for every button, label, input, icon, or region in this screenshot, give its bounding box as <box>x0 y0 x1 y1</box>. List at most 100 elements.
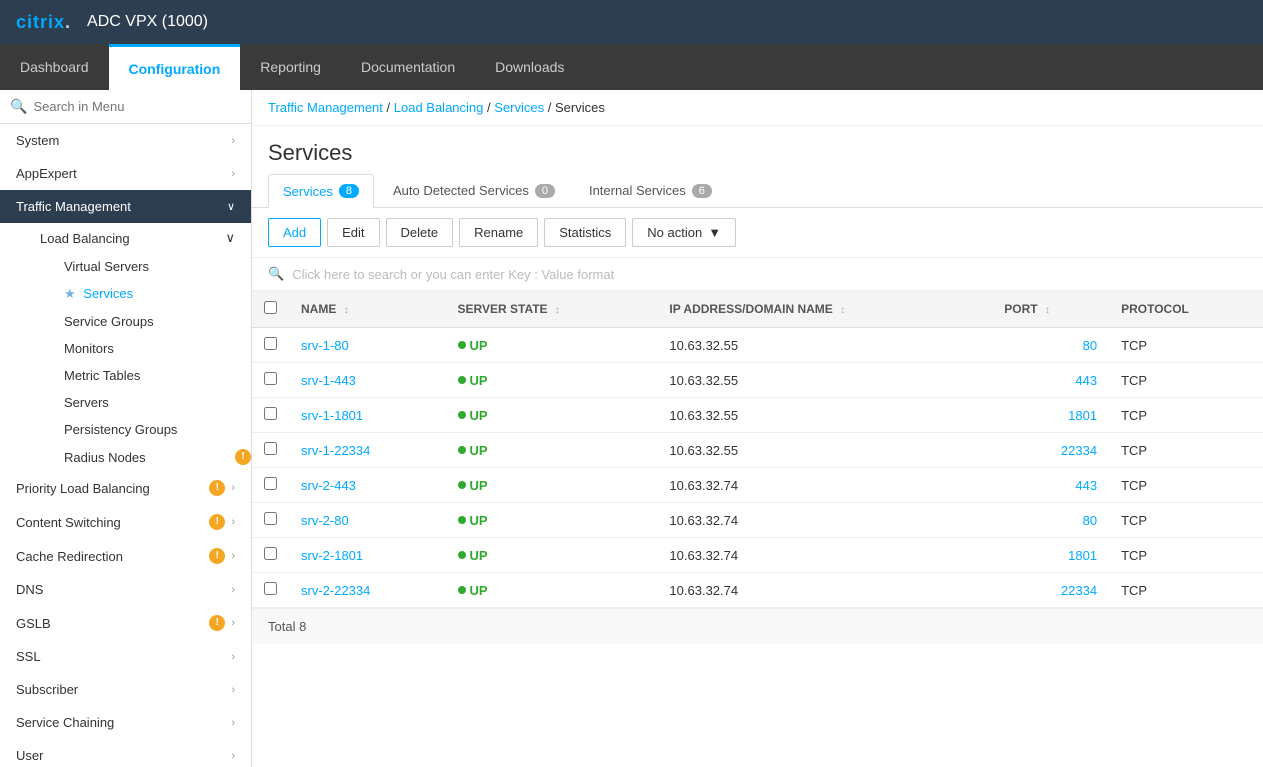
sidebar-item-monitors[interactable]: Monitors <box>24 335 251 362</box>
sidebar-item-cs-label: Content Switching <box>16 515 121 530</box>
row-ip: 10.63.32.74 <box>657 468 992 503</box>
sidebar-item-virtual-servers[interactable]: Virtual Servers <box>24 253 251 280</box>
select-all-checkbox[interactable] <box>264 301 277 314</box>
sidebar-item-ssl[interactable]: SSL › <box>0 640 251 673</box>
total-label: Total <box>268 619 295 634</box>
sort-icon[interactable]: ↕ <box>1045 305 1050 316</box>
search-placeholder: Click here to search or you can enter Ke… <box>292 267 614 282</box>
row-checkbox[interactable] <box>264 442 277 455</box>
row-protocol: TCP <box>1109 433 1263 468</box>
sidebar-item-radius-nodes[interactable]: Radius Nodes ! <box>24 443 251 471</box>
sidebar-item-appexpert[interactable]: AppExpert › <box>0 157 251 190</box>
sidebar-item-system[interactable]: System › <box>0 124 251 157</box>
sidebar-item-persistency-groups[interactable]: Persistency Groups <box>24 416 251 443</box>
table-row: srv-2-22334 UP 10.63.32.74 22334 TCP <box>252 573 1263 608</box>
sidebar-item-metric-tables[interactable]: Metric Tables <box>24 362 251 389</box>
chevron-right-icon: › <box>231 617 235 629</box>
sidebar-item-services[interactable]: ★ Services <box>24 280 251 308</box>
row-checkbox[interactable] <box>264 547 277 560</box>
nav-bar: Dashboard Configuration Reporting Docume… <box>0 44 1263 90</box>
row-checkbox-cell[interactable] <box>252 398 289 433</box>
row-checkbox-cell[interactable] <box>252 468 289 503</box>
search-input[interactable] <box>33 99 241 114</box>
header-server-state: SERVER STATE ↕ <box>446 291 658 328</box>
row-checkbox[interactable] <box>264 337 277 350</box>
sidebar-item-sg-label: Service Groups <box>64 314 154 329</box>
row-ip: 10.63.32.74 <box>657 538 992 573</box>
sidebar-item-user[interactable]: User › <box>0 739 251 767</box>
add-button[interactable]: Add <box>268 218 321 247</box>
chevron-right-icon: › <box>231 168 235 180</box>
sidebar-item-lb-label: Load Balancing <box>40 231 130 246</box>
row-checkbox-cell[interactable] <box>252 433 289 468</box>
row-ip: 10.63.32.74 <box>657 503 992 538</box>
row-port: 22334 <box>992 433 1109 468</box>
sidebar-item-gslb[interactable]: GSLB ! › <box>0 606 251 640</box>
row-state: UP <box>446 398 658 433</box>
sort-icon[interactable]: ↕ <box>344 305 349 316</box>
row-port: 1801 <box>992 538 1109 573</box>
sort-icon[interactable]: ↕ <box>555 305 560 316</box>
header-ip: IP ADDRESS/DOMAIN NAME ↕ <box>657 291 992 328</box>
header-protocol: PROTOCOL <box>1109 291 1263 328</box>
row-state: UP <box>446 573 658 608</box>
row-checkbox[interactable] <box>264 407 277 420</box>
nav-tab-documentation[interactable]: Documentation <box>341 44 475 90</box>
row-name: srv-1-443 <box>289 363 446 398</box>
sidebar-item-vs-label: Virtual Servers <box>64 259 149 274</box>
statistics-button[interactable]: Statistics <box>544 218 626 247</box>
sidebar-item-subscriber-label: Subscriber <box>16 682 78 697</box>
sidebar-item-service-chaining[interactable]: Service Chaining › <box>0 706 251 739</box>
tab-services[interactable]: Services 8 <box>268 174 374 208</box>
nav-tab-dashboard[interactable]: Dashboard <box>0 44 109 90</box>
row-checkbox-cell[interactable] <box>252 363 289 398</box>
sidebar-item-service-groups[interactable]: Service Groups <box>24 308 251 335</box>
sidebar-item-cache-redirection[interactable]: Cache Redirection ! › <box>0 539 251 573</box>
row-checkbox-cell[interactable] <box>252 503 289 538</box>
chevron-right-icon: › <box>231 516 235 528</box>
sidebar-item-traffic-management[interactable]: Traffic Management ∨ <box>0 190 251 223</box>
row-checkbox[interactable] <box>264 477 277 490</box>
sidebar-item-dns[interactable]: DNS › <box>0 573 251 606</box>
page-title: Services <box>268 140 1247 166</box>
nav-tab-configuration[interactable]: Configuration <box>109 44 241 90</box>
breadcrumb-traffic-management[interactable]: Traffic Management <box>268 100 383 115</box>
nav-tab-reporting[interactable]: Reporting <box>240 44 341 90</box>
chevron-right-icon: › <box>231 750 235 762</box>
row-protocol: TCP <box>1109 573 1263 608</box>
sidebar-item-plb[interactable]: Priority Load Balancing ! › <box>0 471 251 505</box>
breadcrumb-services[interactable]: Services <box>494 100 544 115</box>
tab-internal[interactable]: Internal Services 6 <box>574 174 727 207</box>
rename-button[interactable]: Rename <box>459 218 538 247</box>
row-state: UP <box>446 363 658 398</box>
no-action-button[interactable]: No action ▼ <box>632 218 736 247</box>
row-protocol: TCP <box>1109 363 1263 398</box>
row-protocol: TCP <box>1109 538 1263 573</box>
row-checkbox-cell[interactable] <box>252 538 289 573</box>
citrix-logo: citrix. <box>16 12 71 33</box>
delete-button[interactable]: Delete <box>386 218 454 247</box>
sidebar-item-content-switching[interactable]: Content Switching ! › <box>0 505 251 539</box>
nav-tab-downloads[interactable]: Downloads <box>475 44 584 90</box>
sidebar-item-servers[interactable]: Servers <box>24 389 251 416</box>
row-port: 80 <box>992 503 1109 538</box>
sort-icon[interactable]: ↕ <box>840 305 845 316</box>
row-checkbox[interactable] <box>264 582 277 595</box>
row-checkbox[interactable] <box>264 512 277 525</box>
row-checkbox-cell[interactable] <box>252 573 289 608</box>
sidebar-item-subscriber[interactable]: Subscriber › <box>0 673 251 706</box>
row-checkbox[interactable] <box>264 372 277 385</box>
services-table: NAME ↕ SERVER STATE ↕ IP ADDRESS/DOMAIN … <box>252 291 1263 608</box>
sidebar-sub-load-balancing: Load Balancing ∨ Virtual Servers ★ Servi… <box>0 223 251 471</box>
breadcrumb-load-balancing[interactable]: Load Balancing <box>394 100 484 115</box>
tab-auto-detected[interactable]: Auto Detected Services 0 <box>378 174 570 207</box>
search-box[interactable]: 🔍 <box>0 90 251 124</box>
dropdown-icon: ▼ <box>708 225 721 240</box>
sidebar-item-sc-label: Service Chaining <box>16 715 114 730</box>
table-search[interactable]: 🔍 Click here to search or you can enter … <box>252 257 1263 291</box>
edit-button[interactable]: Edit <box>327 218 379 247</box>
row-state: UP <box>446 468 658 503</box>
sidebar-item-load-balancing[interactable]: Load Balancing ∨ <box>24 223 251 253</box>
row-name: srv-2-443 <box>289 468 446 503</box>
row-checkbox-cell[interactable] <box>252 328 289 363</box>
